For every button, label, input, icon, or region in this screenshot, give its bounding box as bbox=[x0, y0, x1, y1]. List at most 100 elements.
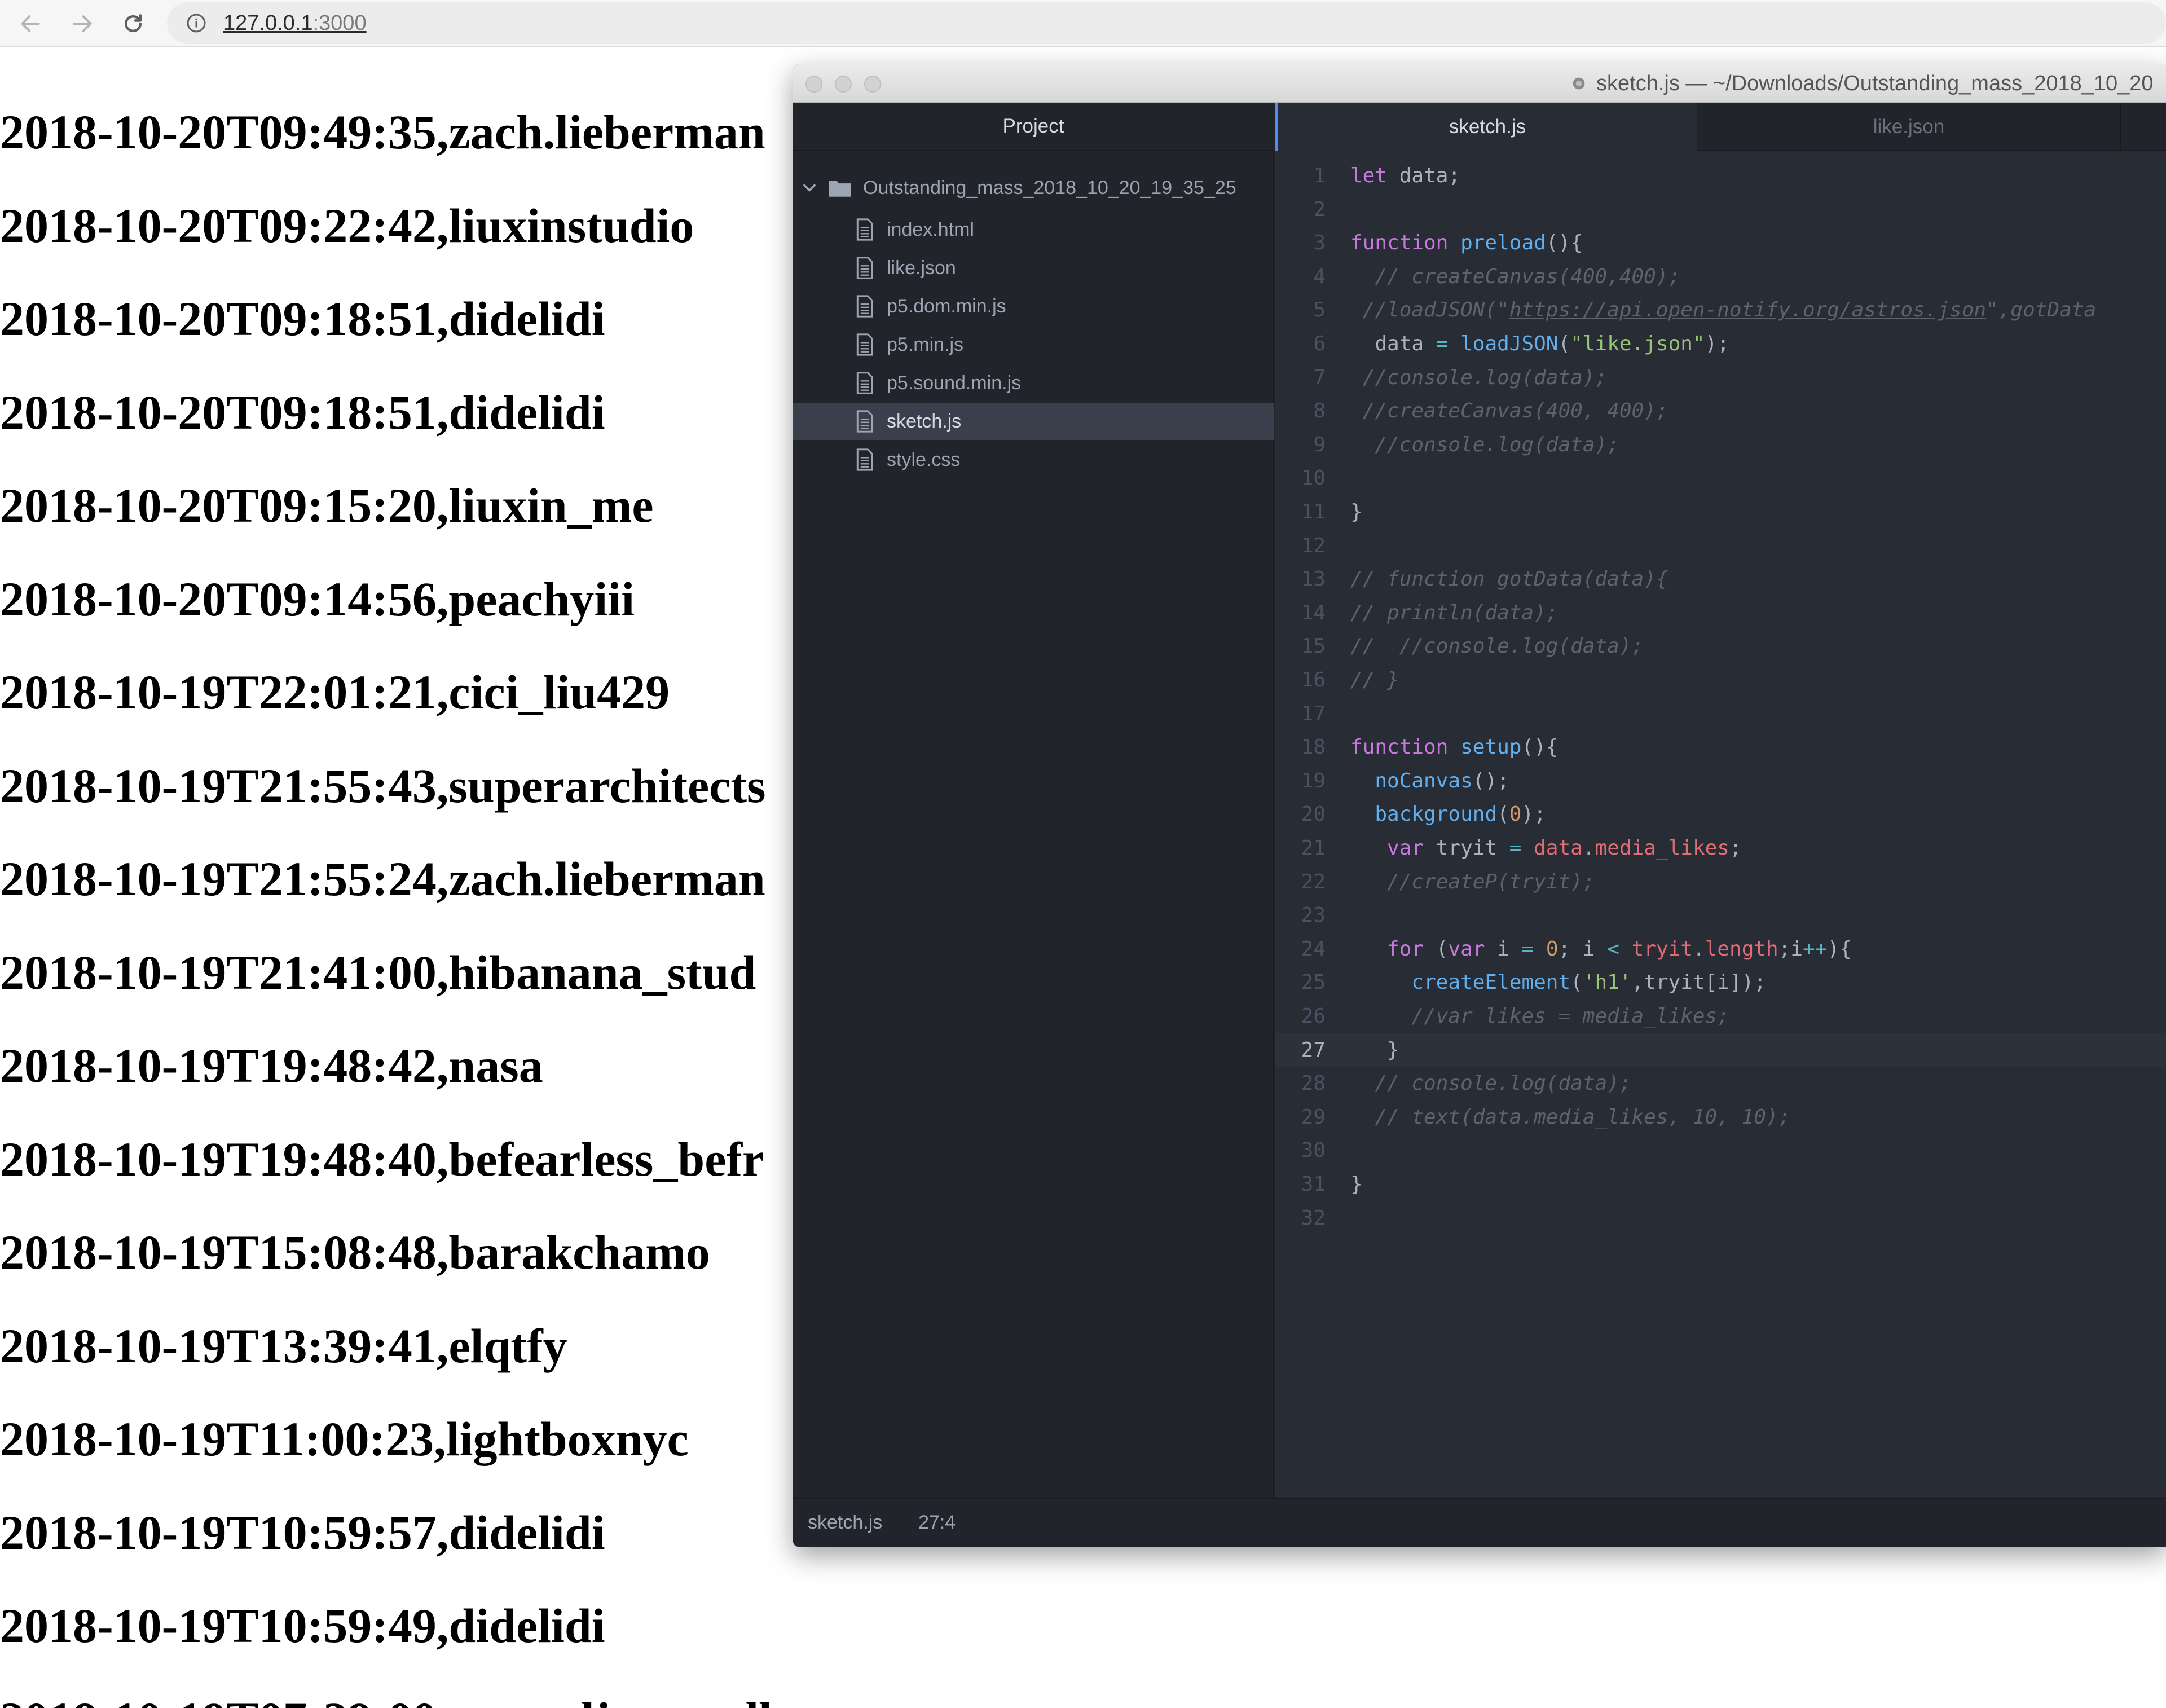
code-line[interactable]: 13 // function gotData(data){ bbox=[1275, 562, 2166, 596]
code-line[interactable]: 25 createElement('h1',tryit[i]); bbox=[1275, 966, 2166, 1000]
line-number: 20 bbox=[1301, 803, 1326, 826]
line-number: 10 bbox=[1301, 466, 1326, 490]
forward-arrow-icon bbox=[73, 15, 92, 32]
code-line[interactable]: 2 bbox=[1275, 193, 2166, 227]
code-line[interactable]: 17 bbox=[1275, 697, 2166, 731]
tree-file-row[interactable]: style.css bbox=[793, 441, 1274, 478]
code-line[interactable]: 6 data = loadJSON("like.json"); bbox=[1275, 327, 2166, 361]
file-icon bbox=[856, 372, 873, 394]
like-entry: 2018-10-19T19:48:42,nasa bbox=[0, 1038, 543, 1093]
minimize-window-button[interactable] bbox=[835, 76, 852, 93]
reload-button[interactable] bbox=[117, 8, 149, 39]
code-editor[interactable]: 1 let data; 2 3 function preload(){4 // crea… bbox=[1275, 151, 2166, 1498]
folder-icon bbox=[829, 181, 851, 197]
line-source: // function gotData(data){ bbox=[1350, 567, 1668, 591]
line-number: 28 bbox=[1301, 1072, 1326, 1095]
code-line[interactable]: 24 for (var i = 0; i < tryit.length;i++)… bbox=[1275, 932, 2166, 966]
line-source: function preload(){ bbox=[1350, 231, 1583, 255]
editor-titlebar[interactable]: sketch.js — ~/Downloads/Outstanding_mass… bbox=[793, 64, 2166, 103]
line-number: 23 bbox=[1301, 904, 1326, 927]
tree-folder-label: Outstanding_mass_2018_10_20_19_35_25 bbox=[863, 177, 1236, 199]
line-source: data = loadJSON("like.json"); bbox=[1350, 332, 1729, 355]
forward-button[interactable] bbox=[67, 8, 98, 39]
tree-file-row[interactable]: p5.dom.min.js bbox=[793, 288, 1274, 325]
line-number: 3 bbox=[1313, 231, 1326, 255]
code-line[interactable]: 8 //createCanvas(400, 400); bbox=[1275, 394, 2166, 428]
tree-file-label: style.css bbox=[887, 448, 961, 470]
code-line[interactable]: 32 bbox=[1275, 1201, 2166, 1235]
tree-file-label: index.html bbox=[887, 218, 974, 240]
tab-like-json[interactable]: like.json bbox=[1698, 103, 2121, 151]
line-source: //console.log(data); bbox=[1362, 366, 1608, 389]
file-icon bbox=[856, 448, 873, 471]
code-line[interactable]: 4 // createCanvas(400,400); bbox=[1275, 260, 2166, 294]
code-line[interactable]: 27 } bbox=[1275, 1033, 2166, 1067]
tree-file-label: p5.min.js bbox=[887, 333, 964, 355]
back-arrow-icon bbox=[21, 15, 40, 32]
like-entry: 2018-10-20T09:18:51,didelidi bbox=[0, 292, 605, 346]
chevron-down-icon[interactable] bbox=[801, 179, 818, 196]
code-line[interactable]: 10 bbox=[1275, 461, 2166, 495]
tree-file-row[interactable]: p5.sound.min.js bbox=[793, 364, 1274, 402]
tree-file-row[interactable]: like.json bbox=[793, 249, 1274, 287]
code-line[interactable]: 3 function preload(){ bbox=[1275, 226, 2166, 260]
code-line[interactable]: 21 var tryit = data.media_likes; bbox=[1275, 831, 2166, 865]
url-text[interactable]: 127.0.0.1:3000 bbox=[223, 11, 367, 35]
code-line[interactable]: 20 background(0); bbox=[1275, 798, 2166, 831]
line-source: } bbox=[1350, 1173, 1363, 1196]
tree-file-row[interactable]: p5.min.js bbox=[793, 326, 1274, 363]
line-number: 21 bbox=[1301, 837, 1326, 860]
code-line[interactable]: 9 //console.log(data); bbox=[1275, 428, 2166, 462]
code-line[interactable]: 26 //var likes = media_likes; bbox=[1275, 1000, 2166, 1033]
file-icon bbox=[856, 295, 873, 318]
line-source: //createP(tryit); bbox=[1387, 870, 1595, 893]
code-line[interactable]: 29 // text(data.media_likes, 10, 10); bbox=[1275, 1100, 2166, 1134]
line-source: noCanvas(); bbox=[1375, 769, 1509, 793]
info-icon[interactable] bbox=[186, 13, 206, 33]
line-source: //var likes = media_likes; bbox=[1411, 1005, 1729, 1028]
like-entry: 2018-10-20T09:49:35,zach.lieberman bbox=[0, 105, 765, 159]
code-line[interactable]: 7 //console.log(data); bbox=[1275, 361, 2166, 395]
code-line[interactable]: 15 // //console.log(data); bbox=[1275, 630, 2166, 663]
code-line[interactable]: 30 bbox=[1275, 1134, 2166, 1168]
project-panel-header[interactable]: Project bbox=[793, 103, 1274, 151]
tab-sketch-js[interactable]: sketch.js bbox=[1275, 103, 1697, 151]
code-line[interactable]: 11} bbox=[1275, 495, 2166, 529]
code-line[interactable]: 14 // println(data); bbox=[1275, 596, 2166, 630]
line-source: // //console.log(data); bbox=[1350, 635, 1644, 658]
code-line[interactable]: 5 //loadJSON("https://api.open-notify.or… bbox=[1275, 293, 2166, 327]
code-line[interactable]: 19 noCanvas(); bbox=[1275, 764, 2166, 798]
back-button[interactable] bbox=[15, 8, 46, 39]
reload-icon bbox=[124, 14, 142, 33]
code-line[interactable]: 12 bbox=[1275, 529, 2166, 563]
line-number: 31 bbox=[1301, 1173, 1326, 1196]
address-bar[interactable]: 127.0.0.1:3000 bbox=[167, 2, 2166, 44]
code-line[interactable]: 18 function setup(){ bbox=[1275, 730, 2166, 764]
code-line[interactable]: 23 bbox=[1275, 899, 2166, 932]
line-number: 12 bbox=[1301, 534, 1326, 557]
tree-file-row[interactable]: sketch.js bbox=[793, 403, 1274, 440]
code-line[interactable]: 22 //createP(tryit); bbox=[1275, 865, 2166, 899]
code-line[interactable]: 1 let data; bbox=[1275, 159, 2166, 193]
line-number: 11 bbox=[1301, 500, 1326, 523]
code-line[interactable]: 28 // console.log(data); bbox=[1275, 1067, 2166, 1100]
tree-folder-row[interactable]: Outstanding_mass_2018_10_20_19_35_25 bbox=[793, 169, 1274, 206]
window-title: sketch.js — ~/Downloads/Outstanding_mass… bbox=[1571, 71, 2154, 96]
browser-toolbar: 127.0.0.1:3000 bbox=[0, 0, 2166, 47]
like-entry: 2018-10-19T13:39:41,elqtfy bbox=[0, 1318, 567, 1373]
status-cursor-position[interactable]: 27:4 bbox=[918, 1512, 956, 1534]
line-number: 5 bbox=[1313, 298, 1326, 322]
line-number: 27 bbox=[1301, 1038, 1326, 1062]
like-entry: 2018-10-19T07:39:00,conradjoengodly bbox=[0, 1691, 796, 1708]
close-window-button[interactable] bbox=[805, 76, 822, 93]
tree-file-row[interactable]: index.html bbox=[793, 211, 1274, 248]
line-source: var tryit = data.media_likes; bbox=[1387, 837, 1742, 860]
status-file-name[interactable]: sketch.js bbox=[808, 1512, 882, 1534]
document-edited-icon bbox=[1573, 77, 1585, 90]
line-number: 25 bbox=[1301, 971, 1326, 994]
code-line[interactable]: 16 // } bbox=[1275, 663, 2166, 697]
code-line[interactable]: 31} bbox=[1275, 1168, 2166, 1201]
like-entry: 2018-10-19T11:00:23,lightboxnyc bbox=[0, 1412, 689, 1466]
line-number: 17 bbox=[1301, 702, 1326, 725]
zoom-window-button[interactable] bbox=[864, 76, 881, 93]
